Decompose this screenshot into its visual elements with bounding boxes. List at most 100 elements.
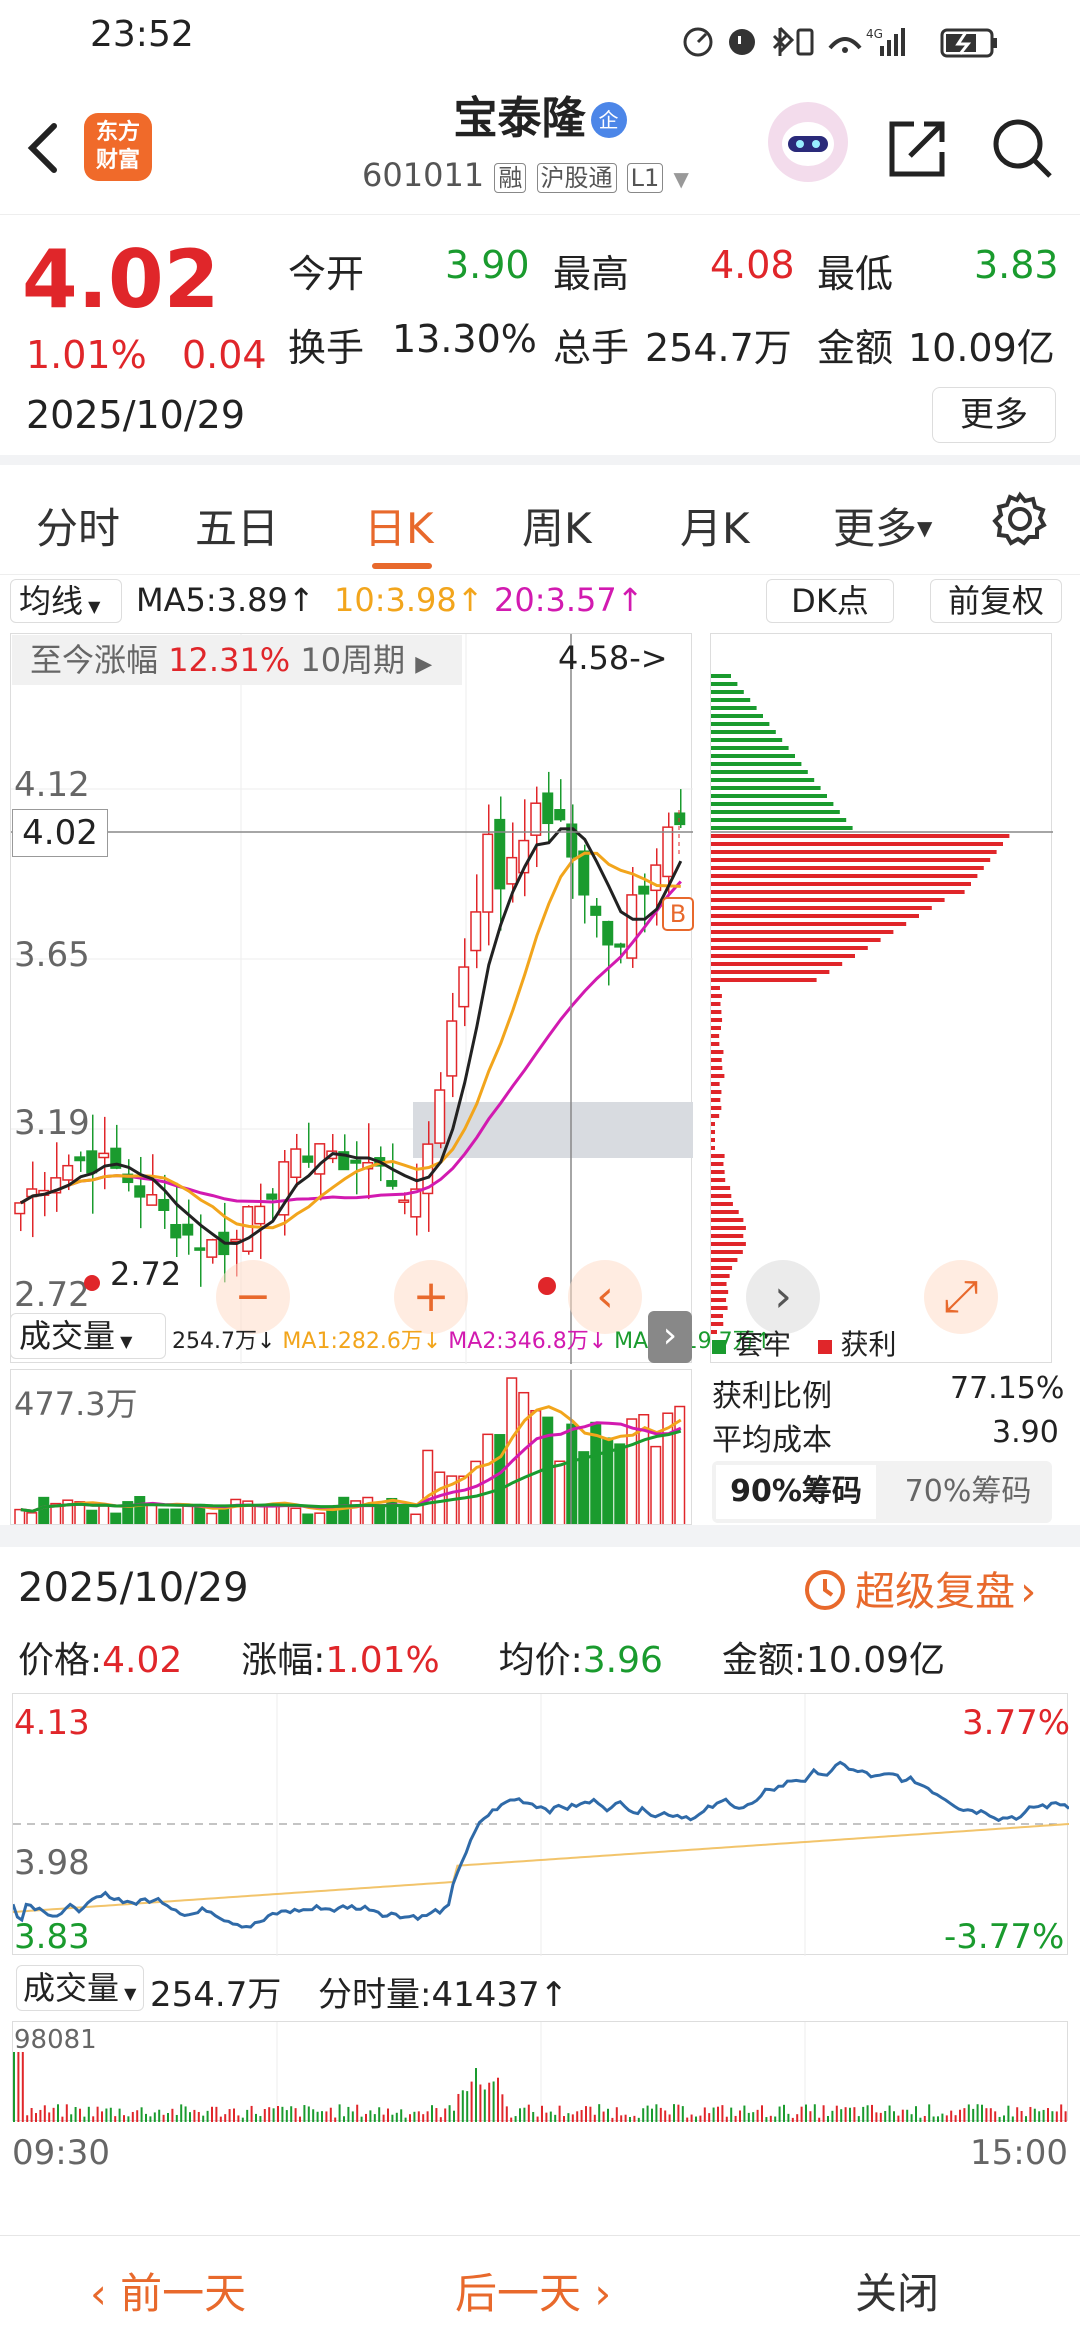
tab-minute[interactable]: 分时 [36, 495, 120, 556]
tab-weekly-k[interactable]: 周K [522, 495, 592, 556]
intraday-volume-bar [774, 2116, 777, 2122]
volume-bar [650, 1445, 662, 1524]
chip-bar [711, 1274, 730, 1278]
prev-day-button[interactable]: ‹ 前一天 [90, 2260, 246, 2321]
intraday-volume-bar [906, 2109, 909, 2122]
intraday-volume-bar [822, 2105, 825, 2122]
intraday-volume-bar [488, 2082, 491, 2122]
range-change-bar[interactable]: 至今涨幅 12.31% 10周期 ▶ [12, 635, 462, 685]
search-icon[interactable] [990, 116, 1054, 180]
candle [386, 1180, 398, 1187]
intraday-volume-bar [963, 2108, 966, 2122]
intraday-volume-bar [981, 2104, 983, 2122]
intraday-volume-bar [136, 2110, 139, 2122]
next-day-button[interactable]: 后一天 › [455, 2260, 611, 2321]
amount-label: 金额 [817, 326, 894, 370]
intraday-volume-bar [593, 2114, 596, 2122]
intraday-volume-bar [149, 2116, 152, 2122]
ma-selector[interactable]: 均线 ▼ [10, 579, 122, 623]
candle [470, 911, 482, 952]
intraday-y-top: 4.13 [14, 1703, 90, 1743]
quote-panel: 4.02 1.01% 0.04 2025/10/29 今开 3.90 最高 4.… [0, 215, 1080, 465]
tab-more[interactable]: 更多▼ [833, 495, 932, 556]
event-dot [538, 1277, 556, 1295]
gap-zone [413, 1102, 693, 1158]
chip-bar [711, 866, 984, 870]
volume-bar [434, 1471, 446, 1524]
expand-indicator-icon[interactable]: › [648, 1311, 692, 1363]
intraday-volume-bar [523, 2107, 526, 2122]
intraday-volume-bar [532, 2111, 535, 2122]
chip-bar [711, 1298, 727, 1302]
volume-bar [506, 1377, 518, 1524]
intraday-volume-bar [1042, 2109, 1045, 2122]
intraday-volume-selector[interactable]: 成交量 ▼ [16, 1965, 144, 2011]
intraday-volume-bar [61, 2116, 64, 2122]
dk-point-button[interactable]: DK点 [766, 579, 894, 623]
intraday-volume-bar [527, 2104, 530, 2122]
volume-bar [590, 1421, 602, 1524]
status-bar: 23:52 4G [0, 0, 1080, 80]
intraday-pct-bot: -3.77% [944, 1917, 1065, 1957]
intraday-volume-bar [690, 2114, 693, 2122]
candle [506, 856, 518, 885]
volume-value: 254.7万 [645, 326, 792, 370]
intraday-volume-bar [30, 2108, 33, 2122]
intraday-volume-chart[interactable] [12, 2021, 1068, 2122]
intraday-volume-bar [417, 2111, 420, 2122]
chip-legend: 套牢 获利 [712, 1323, 897, 1363]
high-value: 4.08 [710, 243, 795, 287]
intraday-volume-bar [435, 2108, 438, 2122]
intraday-volume-bar [831, 2110, 834, 2122]
tab-chip-90[interactable]: 90%筹码 [716, 1465, 876, 1519]
share-icon[interactable] [886, 118, 948, 180]
chip-bar [711, 706, 757, 710]
chip-bar [711, 1146, 715, 1150]
close-button[interactable]: 关闭 [855, 2260, 939, 2321]
tab-daily-k[interactable]: 日K [364, 495, 434, 556]
volume-selector[interactable]: 成交量 ▼ [10, 1313, 166, 1359]
intraday-volume-bar [651, 2108, 653, 2122]
intraday-volume-bar [497, 2077, 499, 2122]
candle [542, 792, 554, 825]
chip-bar [711, 1186, 731, 1190]
intraday-volume-bar [620, 2115, 623, 2122]
intraday-volume-bar [558, 2105, 561, 2122]
candle [302, 1155, 314, 1163]
candle [62, 1164, 74, 1181]
kline-chart[interactable] [10, 633, 693, 1364]
intraday-volume-bar [439, 2117, 442, 2122]
volume-bar [614, 1443, 626, 1524]
tab-monthly-k[interactable]: 月K [680, 495, 750, 556]
intraday-volume-bar [180, 2104, 183, 2122]
super-replay-link[interactable]: 超级复盘 › [800, 1559, 1036, 1617]
intraday-volume-bar [941, 2113, 944, 2122]
stock-name: 宝泰隆 [453, 93, 586, 144]
buy-marker[interactable]: B [662, 897, 694, 931]
volume-bar [38, 1496, 50, 1524]
intraday-volume-bar [787, 2113, 790, 2122]
axis-2-72: 2.72 [14, 1275, 90, 1315]
tab-chip-70[interactable]: 70%筹码 [888, 1465, 1048, 1519]
chip-bar [711, 794, 827, 798]
intraday-volume-bar [549, 2111, 552, 2122]
candle [170, 1224, 182, 1239]
intraday-volume-bar [87, 2106, 90, 2122]
intraday-chart[interactable] [11, 1693, 1070, 1956]
chip-bar [711, 802, 834, 806]
volume-bar [218, 1507, 230, 1524]
stock-header: 东方 财富 宝泰隆 企 601011 融 沪股通 L1 ▼ [0, 80, 1080, 215]
chip-bar [711, 1098, 721, 1102]
chip-bar [711, 922, 907, 926]
intraday-volume-bar [1038, 2111, 1041, 2122]
turnover-value: 13.30% [392, 317, 537, 361]
more-button[interactable]: 更多 [932, 387, 1056, 443]
candle [206, 1239, 218, 1258]
robot-avatar[interactable] [768, 102, 848, 182]
tab-five-day[interactable]: 五日 [195, 495, 279, 556]
intraday-volume-bar [659, 2107, 662, 2122]
intraday-volume-bar [123, 2115, 125, 2122]
chip-distribution[interactable] [710, 633, 1053, 1363]
settings-gear-icon[interactable] [992, 491, 1048, 547]
adjust-button[interactable]: 前复权 [930, 579, 1062, 623]
